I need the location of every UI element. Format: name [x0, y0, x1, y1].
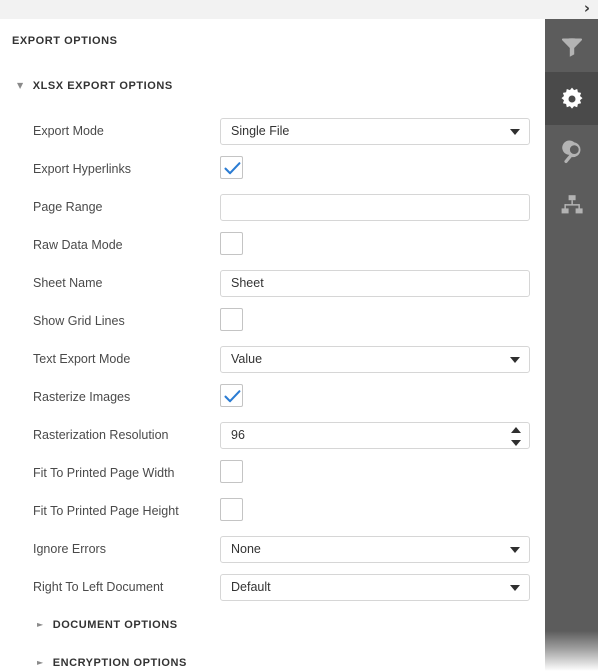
field-label: Rasterize Images	[33, 390, 131, 404]
form-row: Rasterization Resolution 96	[0, 422, 545, 450]
field-label: Fit To Printed Page Height	[33, 504, 179, 518]
options-pane: EXPORT OPTIONS ▼ XLSX EXPORT OPTIONS Expor…	[0, 19, 545, 671]
form-row: Page Range	[0, 194, 545, 222]
field-control-wrap: 96	[220, 422, 530, 449]
checkbox-fit-to-printed-page-width[interactable]	[220, 460, 243, 483]
chevron-down-icon[interactable]	[510, 585, 520, 591]
field-control-wrap: Single File	[220, 118, 530, 145]
section-header-encryption[interactable]: ► ENCRYPTION OPTIONS	[37, 657, 187, 669]
chevron-down-icon: ▼	[17, 81, 24, 90]
dropdown-ignore-errors[interactable]: None	[220, 536, 530, 563]
field-control-wrap	[220, 156, 530, 179]
field-control-wrap	[220, 498, 530, 521]
chevron-right-icon: ►	[37, 620, 44, 629]
form-row: Raw Data Mode	[0, 232, 545, 260]
icon-rail	[545, 19, 598, 671]
form-row: Export Hyperlinks	[0, 156, 545, 184]
export-options-panel: › EXPORT OPTIONS ▼ XLSX EXPORT OPTIONS Exp…	[0, 0, 598, 671]
page-title: EXPORT OPTIONS	[12, 35, 118, 47]
spinner-up-icon[interactable]	[511, 427, 521, 433]
chevron-right-icon: ►	[37, 658, 44, 667]
rail-item-hierarchy[interactable]	[545, 178, 598, 231]
field-label: Export Hyperlinks	[33, 162, 131, 176]
field-label: Sheet Name	[33, 276, 103, 290]
spinner-value: 96	[231, 428, 245, 442]
section-label: XLSX EXPORT OPTIONS	[32, 80, 173, 92]
spinner-rasterization-resolution[interactable]: 96	[220, 422, 530, 449]
rail-item-search[interactable]	[545, 125, 598, 178]
form-row: Fit To Printed Page Width	[0, 460, 545, 488]
search-magnifier-icon	[559, 139, 585, 165]
rail-fade	[545, 631, 598, 671]
rail-item-settings[interactable]	[545, 72, 598, 125]
dropdown-right-to-left-document[interactable]: Default	[220, 574, 530, 601]
dropdown-text-export-mode[interactable]: Value	[220, 346, 530, 373]
section-label: ENCRYPTION OPTIONS	[52, 657, 187, 669]
field-label: Rasterization Resolution	[33, 428, 169, 442]
hierarchy-sitemap-icon	[559, 192, 585, 218]
dropdown-value: None	[231, 542, 261, 556]
form-row: Show Grid Lines	[0, 308, 545, 336]
dropdown-value: Default	[231, 580, 271, 594]
field-control-wrap	[220, 194, 530, 221]
chevron-down-icon[interactable]	[510, 357, 520, 363]
spinner-stepper[interactable]	[511, 426, 522, 447]
rail-item-filter[interactable]	[545, 19, 598, 72]
input-value: Sheet	[231, 276, 264, 290]
form-row: Rasterize Images	[0, 384, 545, 412]
field-control-wrap: Sheet	[220, 270, 530, 297]
checkmark-icon	[224, 390, 241, 403]
dropdown-export-mode[interactable]: Single File	[220, 118, 530, 145]
dropdown-value: Single File	[231, 124, 290, 138]
gear-settings-icon	[559, 86, 585, 112]
form-row: Right To Left Document Default	[0, 574, 545, 602]
field-label: Raw Data Mode	[33, 238, 123, 252]
field-label: Right To Left Document	[33, 580, 164, 594]
field-label: Page Range	[33, 200, 103, 214]
section-header-document[interactable]: ► DOCUMENT OPTIONS	[37, 619, 178, 631]
checkbox-show-grid-lines[interactable]	[220, 308, 243, 331]
chevron-down-icon[interactable]	[510, 129, 520, 135]
checkbox-export-hyperlinks[interactable]	[220, 156, 243, 179]
form-row: Sheet Name Sheet	[0, 270, 545, 298]
field-control-wrap: Default	[220, 574, 530, 601]
form-row: Export Mode Single File	[0, 118, 545, 146]
field-label: Text Export Mode	[33, 352, 131, 366]
text-input-page-range[interactable]	[220, 194, 530, 221]
filter-funnel-icon	[559, 33, 585, 59]
field-label: Export Mode	[33, 124, 104, 138]
field-label: Fit To Printed Page Width	[33, 466, 175, 480]
chevron-right-icon[interactable]: ›	[584, 0, 590, 18]
field-label: Ignore Errors	[33, 542, 106, 556]
field-control-wrap: Value	[220, 346, 530, 373]
field-control-wrap	[220, 308, 530, 331]
checkmark-icon	[224, 162, 241, 175]
field-control-wrap: None	[220, 536, 530, 563]
text-input-sheet-name[interactable]: Sheet	[220, 270, 530, 297]
checkbox-raw-data-mode[interactable]	[220, 232, 243, 255]
field-label: Show Grid Lines	[33, 314, 125, 328]
dropdown-value: Value	[231, 352, 263, 366]
chevron-down-icon[interactable]	[510, 547, 520, 553]
spinner-down-icon[interactable]	[511, 440, 521, 446]
section-label: DOCUMENT OPTIONS	[52, 619, 178, 631]
checkbox-rasterize-images[interactable]	[220, 384, 243, 407]
form-row: Ignore Errors None	[0, 536, 545, 564]
field-control-wrap	[220, 232, 530, 255]
form-row: Fit To Printed Page Height	[0, 498, 545, 526]
field-control-wrap	[220, 460, 530, 483]
form-row: Text Export Mode Value	[0, 346, 545, 374]
top-bar: ›	[0, 0, 598, 19]
section-header-xlsx[interactable]: ▼ XLSX EXPORT OPTIONS	[17, 80, 173, 92]
checkbox-fit-to-printed-page-height[interactable]	[220, 498, 243, 521]
field-control-wrap	[220, 384, 530, 407]
